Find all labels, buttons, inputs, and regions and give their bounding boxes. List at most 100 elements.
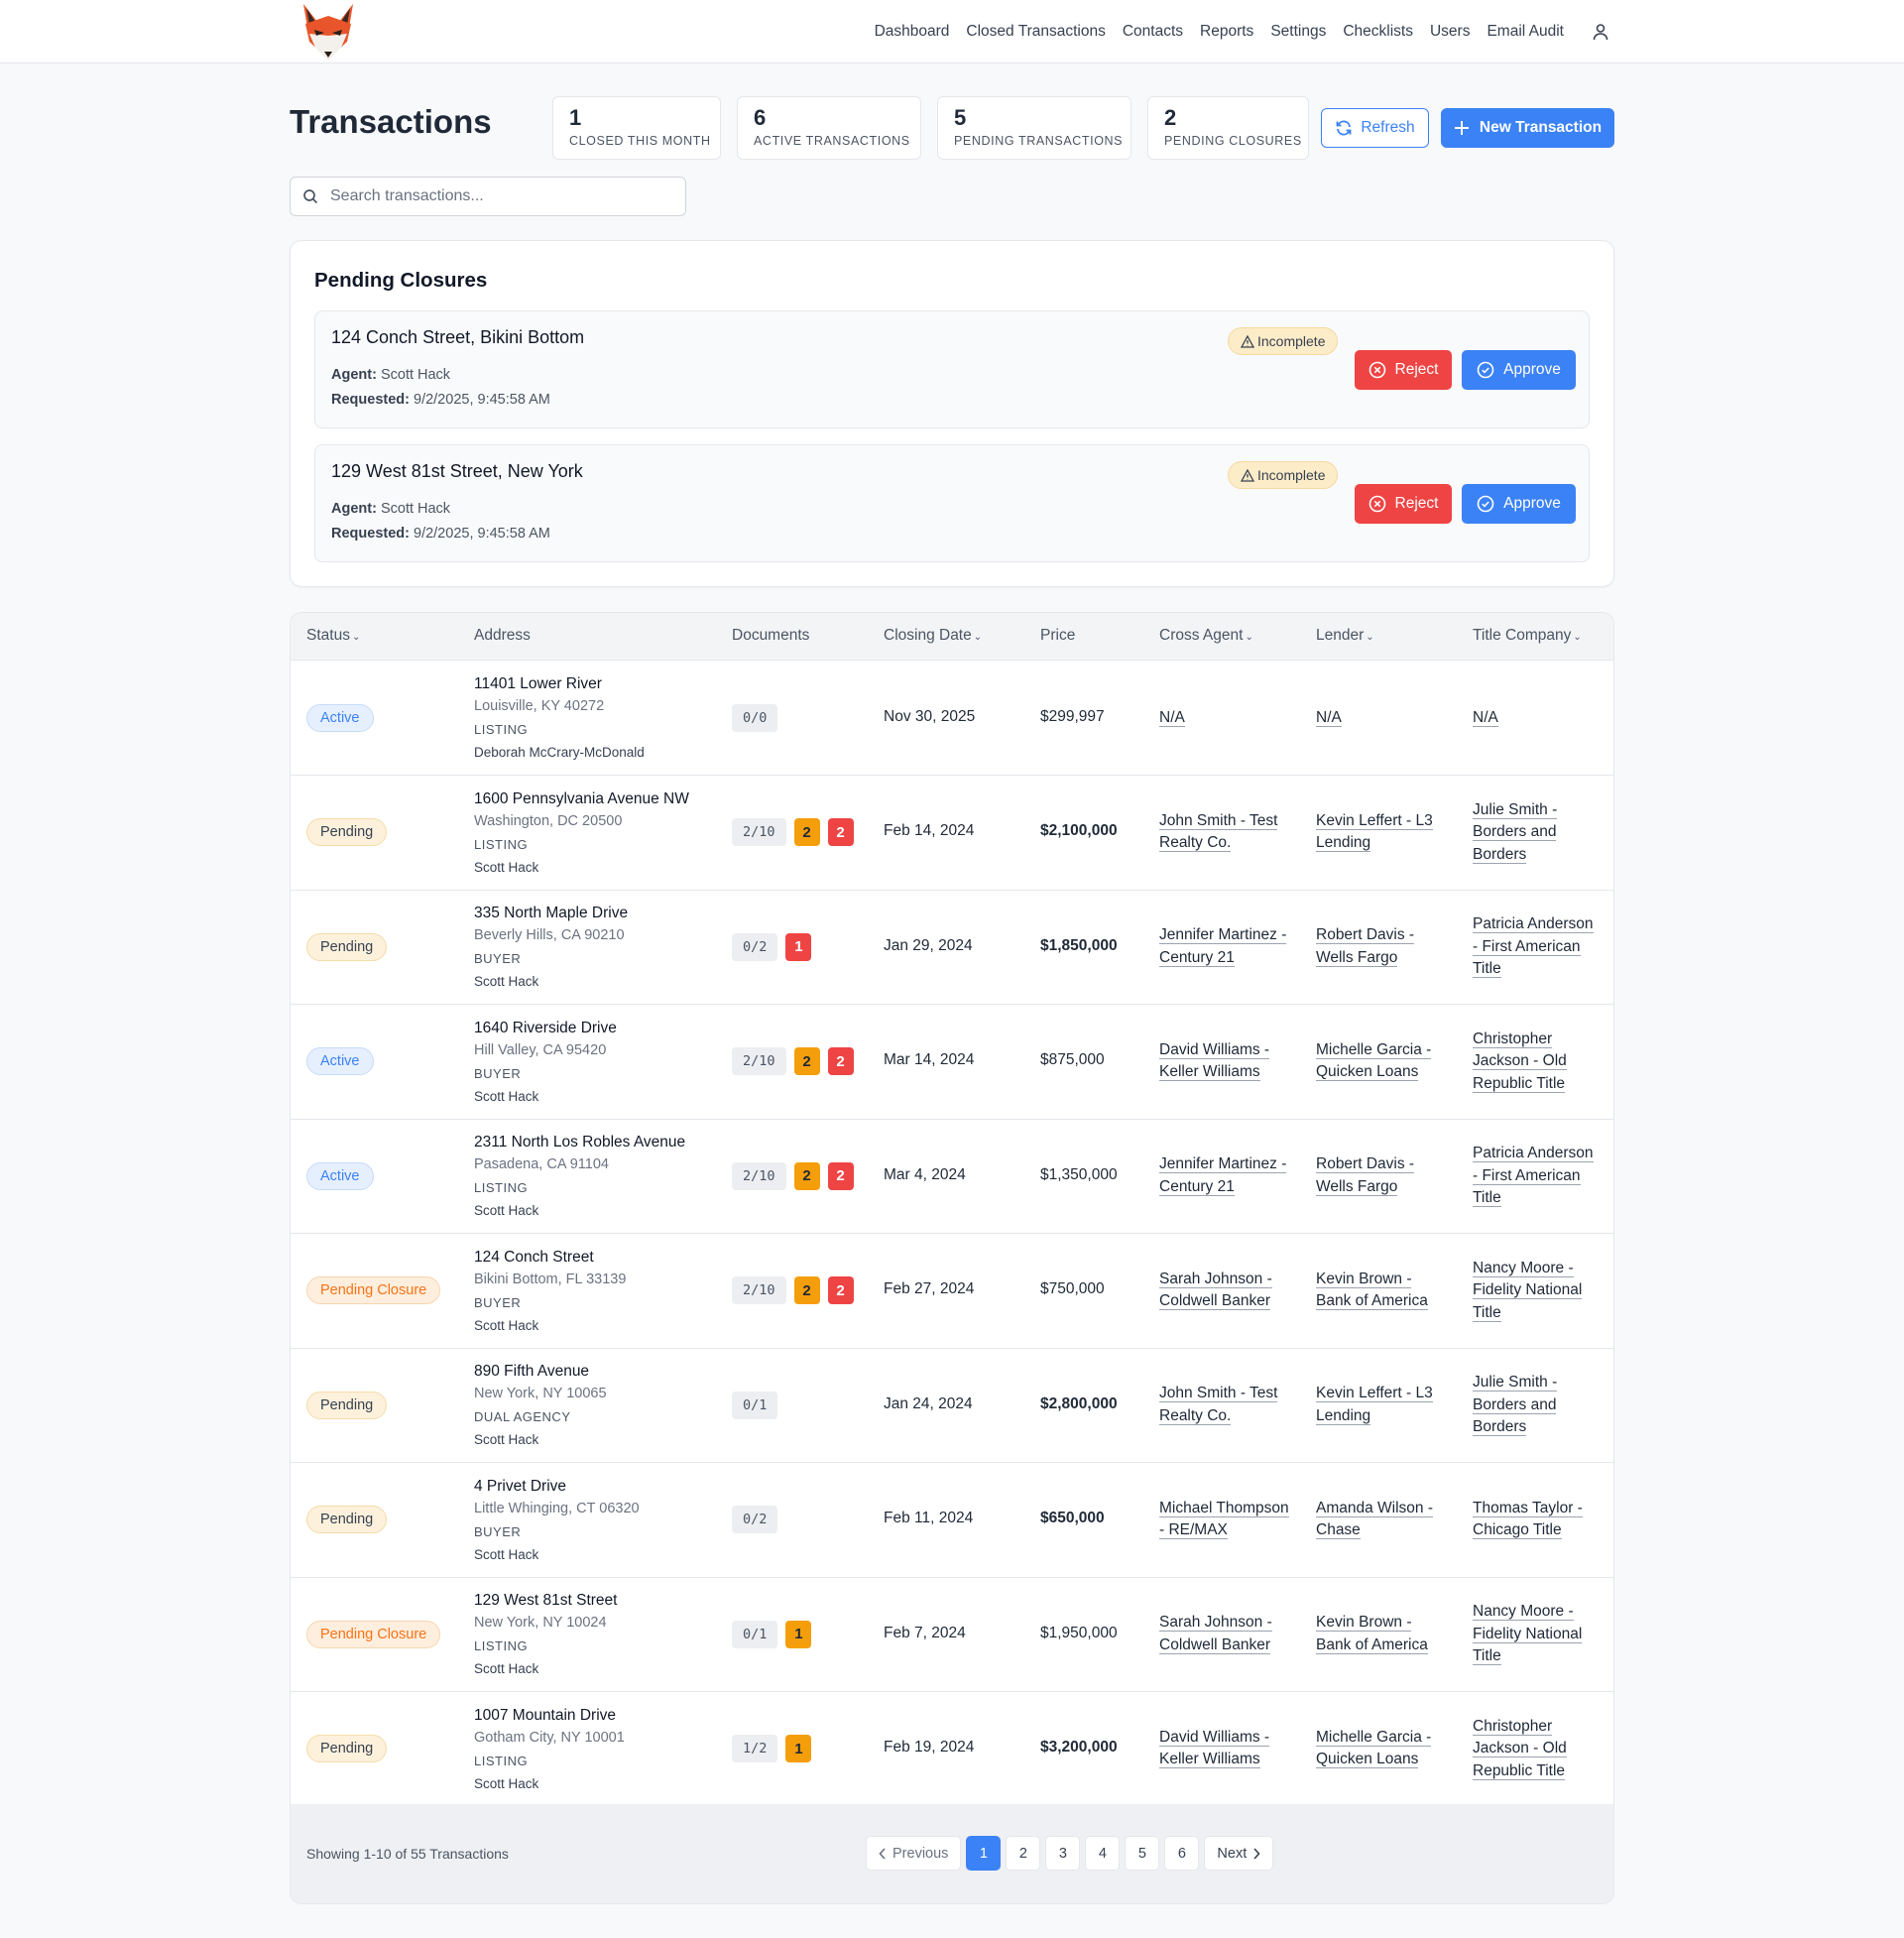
lender-link[interactable]: Kevin Leffert - L3 Lending [1316, 1383, 1450, 1427]
column-title-company[interactable]: Title Company ⌄ [1473, 627, 1582, 645]
lender-link[interactable]: Robert Davis - Wells Fargo [1316, 924, 1450, 969]
title-company-link[interactable]: N/A [1473, 707, 1602, 730]
title-company-link[interactable]: Thomas Taylor - Chicago Title [1473, 1498, 1602, 1542]
column-status[interactable]: Status ⌄ [306, 627, 360, 645]
column-closing-date[interactable]: Closing Date ⌄ [884, 627, 982, 645]
transaction-type: BUYER [474, 1065, 522, 1081]
error-count-badge: 2 [827, 1276, 854, 1305]
title-company-link[interactable]: Christopher Jackson - Old Republic Title [1473, 1029, 1602, 1096]
address-cell[interactable]: 1600 Pennsylvania Avenue NW Washington, D… [474, 787, 689, 879]
nav-users[interactable]: Users [1430, 23, 1470, 41]
reject-button[interactable]: Reject [1355, 350, 1452, 390]
nav-settings[interactable]: Settings [1270, 23, 1326, 41]
title-company-link[interactable]: Julie Smith - Borders and Borders [1473, 1372, 1602, 1439]
cross-agent-name: Sarah Johnson - Coldwell Banker [1159, 1614, 1272, 1654]
previous-page-button[interactable]: Previous [866, 1836, 962, 1871]
reject-button[interactable]: Reject [1355, 484, 1452, 524]
table-row[interactable]: Pending Closure 124 Conch Street Bikini Bo… [291, 1234, 1613, 1349]
cross-agent-link[interactable]: David Williams - Keller Williams [1159, 1039, 1293, 1084]
nav-email-audit[interactable]: Email Audit [1487, 23, 1564, 41]
address-cell[interactable]: 4 Privet Drive Little Whinging, CT 06320 B… [474, 1475, 640, 1566]
title-company-link[interactable]: Julie Smith - Borders and Borders [1473, 799, 1602, 867]
nav-dashboard[interactable]: Dashboard [875, 23, 950, 41]
cross-agent-link[interactable]: Sarah Johnson - Coldwell Banker [1159, 1269, 1293, 1313]
lender-link[interactable]: Kevin Brown - Bank of America [1316, 1269, 1450, 1313]
approve-button[interactable]: Approve [1462, 484, 1576, 524]
table-row[interactable]: Pending 1007 Mountain Drive Gotham City, N… [291, 1692, 1613, 1807]
lender-link[interactable]: Kevin Brown - Bank of America [1316, 1612, 1450, 1656]
document-count: 2/10 [732, 1276, 786, 1305]
cross-agent-link[interactable]: N/A [1159, 707, 1293, 730]
cross-agent-link[interactable]: John Smith - Test Realty Co. [1159, 1383, 1293, 1427]
nav-closed-transactions[interactable]: Closed Transactions [966, 23, 1105, 41]
cross-agent-link[interactable]: Jennifer Martinez - Century 21 [1159, 1153, 1293, 1198]
status-badge: Pending [306, 1506, 388, 1534]
table-row[interactable]: Active 11401 Lower River Louisville, KY 40… [291, 661, 1613, 776]
table-row[interactable]: Pending 4 Privet Drive Little Whinging, CT… [291, 1463, 1613, 1578]
address-cell[interactable]: 335 North Maple Drive Beverly Hills, CA 9… [474, 902, 628, 993]
fox-logo-icon[interactable] [298, 2, 359, 61]
document-count: 2/10 [732, 818, 786, 847]
documents-cell: 0/1 1 [732, 1620, 812, 1648]
refresh-button[interactable]: Refresh [1321, 108, 1429, 148]
new-transaction-button[interactable]: New Transaction [1441, 108, 1614, 148]
address-cell[interactable]: 11401 Lower River Louisville, KY 40272 LIS… [474, 672, 645, 764]
pagination: Previous 1 2 3 4 5 6 Next [866, 1836, 1274, 1871]
x-circle-icon [1368, 495, 1385, 513]
column-cross-agent[interactable]: Cross Agent ⌄ [1159, 627, 1253, 645]
plus-icon [1454, 121, 1469, 135]
table-row[interactable]: Pending 335 North Maple Drive Beverly Hill… [291, 890, 1613, 1005]
cross-agent-link[interactable]: David Williams - Keller Williams [1159, 1727, 1293, 1771]
page-4-button[interactable]: 4 [1085, 1836, 1121, 1871]
lender-link[interactable]: Amanda Wilson - Chase [1316, 1498, 1450, 1542]
address-city: Little Whinging, CT 06320 [474, 1500, 640, 1516]
user-profile-icon[interactable] [1591, 22, 1610, 42]
table-row[interactable]: Active 2311 North Los Robles Avenue Pasade… [291, 1119, 1613, 1234]
nav-contacts[interactable]: Contacts [1123, 23, 1183, 41]
cross-agent-link[interactable]: Sarah Johnson - Coldwell Banker [1159, 1612, 1293, 1656]
lender-link[interactable]: N/A [1316, 707, 1450, 730]
stat-label: PENDING CLOSURES [1164, 134, 1302, 148]
title-company-link[interactable]: Nancy Moore - Fidelity National Title [1473, 1258, 1602, 1325]
address-cell[interactable]: 2311 North Los Robles Avenue Pasadena, CA… [474, 1131, 685, 1222]
lender-link[interactable]: Robert Davis - Wells Fargo [1316, 1153, 1450, 1198]
address-cell[interactable]: 1640 Riverside Drive Hill Valley, CA 9542… [474, 1017, 617, 1108]
status-badge: Pending [306, 1391, 388, 1419]
address-cell[interactable]: 890 Fifth Avenue New York, NY 10065 DUAL A… [474, 1360, 607, 1451]
page-5-button[interactable]: 5 [1125, 1836, 1160, 1871]
table-row[interactable]: Pending 890 Fifth Avenue New York, NY 1006… [291, 1348, 1613, 1463]
page-2-button[interactable]: 2 [1006, 1836, 1041, 1871]
lender-link[interactable]: Michelle Garcia - Quicken Loans [1316, 1039, 1450, 1084]
cross-agent-link[interactable]: Jennifer Martinez - Century 21 [1159, 924, 1293, 969]
search-input[interactable] [330, 187, 657, 205]
address-cell[interactable]: 129 West 81st Street New York, NY 10024 LI… [474, 1589, 617, 1680]
agent-name: Scott Hack [474, 1203, 539, 1218]
nav-checklists[interactable]: Checklists [1343, 23, 1413, 41]
page-3-button[interactable]: 3 [1045, 1836, 1081, 1871]
cross-agent-link[interactable]: John Smith - Test Realty Co. [1159, 810, 1293, 855]
title-company-name: Thomas Taylor - Chicago Title [1473, 1499, 1583, 1540]
address-cell[interactable]: 1007 Mountain Drive Gotham City, NY 10001… [474, 1704, 625, 1795]
page-6-button[interactable]: 6 [1164, 1836, 1200, 1871]
column-lender[interactable]: Lender ⌄ [1316, 627, 1374, 645]
approve-button[interactable]: Approve [1462, 350, 1576, 390]
lender-link[interactable]: Michelle Garcia - Quicken Loans [1316, 1727, 1450, 1771]
requested-date: 9/2/2025, 9:45:58 AM [414, 526, 550, 542]
lender-name: Kevin Leffert - L3 Lending [1316, 1385, 1433, 1425]
address-cell[interactable]: 124 Conch Street Bikini Bottom, FL 33139 B… [474, 1246, 626, 1337]
next-page-button[interactable]: Next [1204, 1836, 1274, 1871]
title-company-link[interactable]: Nancy Moore - Fidelity National Title [1473, 1601, 1602, 1668]
table-row[interactable]: Active 1640 Riverside Drive Hill Valley, C… [291, 1005, 1613, 1120]
warning-count-badge: 1 [785, 1620, 812, 1648]
nav-reports[interactable]: Reports [1200, 23, 1253, 41]
error-count-badge: 2 [827, 1161, 854, 1190]
title-company-link[interactable]: Patricia Anderson - First American Title [1473, 1143, 1602, 1210]
title-company-link[interactable]: Patricia Anderson - First American Title [1473, 913, 1602, 981]
table-row[interactable]: Pending Closure 129 West 81st Street New Y… [291, 1577, 1613, 1692]
incomplete-label: Incomplete [1257, 333, 1326, 349]
lender-link[interactable]: Kevin Leffert - L3 Lending [1316, 810, 1450, 855]
cross-agent-link[interactable]: Michael Thompson - RE/MAX [1159, 1498, 1293, 1542]
title-company-link[interactable]: Christopher Jackson - Old Republic Title [1473, 1716, 1602, 1783]
table-row[interactable]: Pending 1600 Pennsylvania Avenue NW Washin… [291, 776, 1613, 891]
page-1-button[interactable]: 1 [966, 1836, 1002, 1871]
